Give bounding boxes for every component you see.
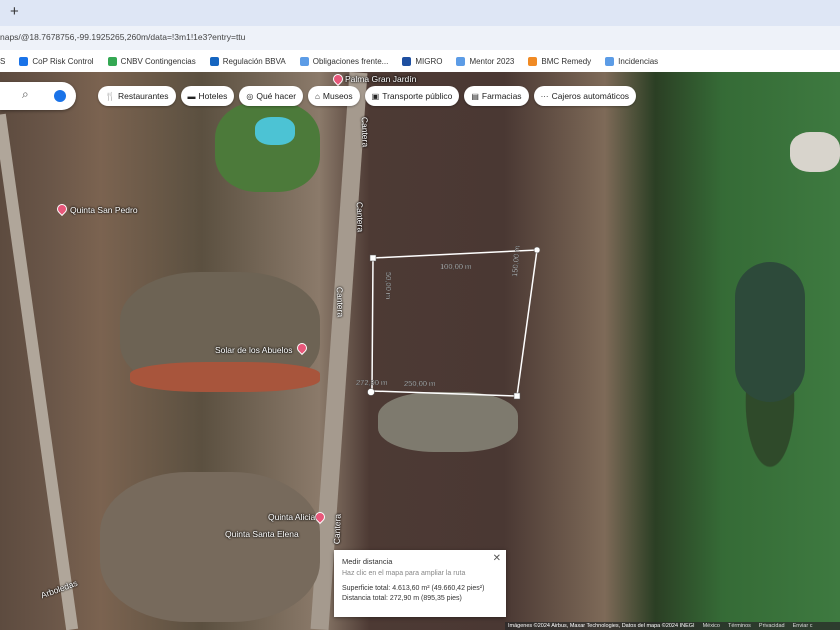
satellite-map[interactable]: Palma Gran Jardín Quinta San Pedro Solar… [0,72,840,630]
bookmark-label: MIGRO [415,56,443,66]
bookmark-label: Incidencias [618,56,659,66]
search-icon[interactable]: ⌕ [22,87,29,102]
total-area: Superficie total: 4.613,60 m² (49.660,42… [342,585,485,592]
bookmark-label: CoP Risk Control [32,56,94,66]
privacy-link[interactable]: Privacidad [759,623,785,629]
bookmark-item[interactable]: CoP Risk Control [19,56,94,66]
bookmark-label: BMC Remedy [541,56,592,66]
bookmark-item[interactable]: Mentor 2023 [456,56,515,66]
url-text: naps/@18.7678756,-99.1925265,260m/data=!… [0,32,246,42]
directions-icon[interactable] [54,90,66,102]
chip-label: Cajeros automáticos [551,91,630,101]
bookmark-item[interactable]: BMC Remedy [528,56,592,66]
measure-vertex[interactable] [513,392,521,400]
more-icon: ··· [540,91,549,101]
camera-icon: ◎ [246,91,254,101]
chip-label: Transporte público [382,91,453,101]
measure-path: 100,00 m 50,00 m 150,00 m 250,00 m 272,9… [356,245,541,400]
bookmark-icon [299,56,309,66]
bookmark-icon [402,56,412,66]
total-distance: Distancia total: 272,90 m (895,35 pies) [342,595,462,602]
chip-qué-hacer[interactable]: ◎ Qué hacer [239,86,304,106]
chip-label: Restaurantes [117,91,169,101]
chip-farmacias[interactable]: ▤ Farmacias [464,86,529,106]
measure-vertex[interactable] [369,254,377,262]
bookmark-label: Mentor 2023 [469,56,515,66]
bookmark-icon [456,56,466,66]
measure-distance-panel: ✕ Medir distancia Haz clic en el mapa pa… [334,550,506,617]
bookmark-icon [209,56,219,66]
bookmark-icon [605,56,615,66]
segment-label: 100,00 m [440,262,471,271]
feedback-link[interactable]: Enviar c [793,623,813,629]
chip-cajeros-automáticos[interactable]: ··· Cajeros automáticos [533,86,637,106]
chip-transporte-público[interactable]: ▣ Transporte público [364,86,460,106]
new-tab-button[interactable]: + [10,3,19,20]
segment-label: 272,90 m [356,378,387,387]
pharmacy-icon: ▤ [471,91,479,101]
chip-label: Museos [322,91,353,101]
bookmark-item[interactable]: MIGRO [402,56,443,66]
chip-label: Qué hacer [256,91,297,101]
bookmark-icon [528,56,538,66]
terms-link[interactable]: Términos [728,623,751,629]
bookmarks-bar: S CoP Risk Control CNBV Contingencias Regul… [0,50,840,72]
panel-hint: Haz clic en el mapa para ampliar la ruta [342,570,466,577]
search-box[interactable]: ⌕ [0,82,76,110]
museum-icon: ⌂ [315,91,320,101]
segment-label: 50,00 m [384,272,393,299]
bookmark-item[interactable]: Regulación BBVA [209,56,286,66]
bed-icon: ▬ [187,91,196,101]
chip-restaurantes[interactable]: 🍴 Restaurantes [98,86,176,106]
bookmark-label: Obligaciones frente... [312,56,389,66]
segment-label: 250,00 m [404,379,435,388]
chip-label: Hoteles [198,91,228,101]
chip-label: Farmacias [481,91,522,101]
bookmark-item[interactable]: CNBV Contingencias [107,56,196,66]
measure-vertex[interactable] [367,388,375,396]
bookmark-item[interactable]: S [0,57,5,66]
panel-title: Medir distancia [342,557,393,566]
bookmark-label: S [0,56,6,66]
imagery-credit: Imágenes ©2024 Airbus, Maxar Technologie… [508,623,695,629]
bookmark-icon [19,56,29,66]
bookmark-label: CNBV Contingencias [120,56,196,66]
chip-hoteles[interactable]: ▬ Hoteles [180,86,235,106]
chip-museos[interactable]: ⌂ Museos [308,86,360,106]
map-attribution: Imágenes ©2024 Airbus, Maxar Technologie… [505,622,840,630]
bookmark-item[interactable]: Incidencias [605,56,659,66]
bus-icon: ▣ [371,91,380,101]
address-bar[interactable]: naps/@18.7678756,-99.1925265,260m/data=!… [0,26,840,50]
segment-label: 150,00 m [510,245,522,277]
close-icon[interactable]: ✕ [493,553,501,564]
category-chips: 🍴 Restaurantes ▬ Hoteles ◎ Qué hacer ⌂ Museos ▣ T… [98,86,637,106]
bookmark-icon [107,56,117,66]
country-link[interactable]: México [703,623,720,629]
fork-knife-icon: 🍴 [105,91,115,101]
measure-vertex[interactable] [533,246,541,254]
tab-bar: + [0,0,840,26]
bookmark-label: Regulación BBVA [222,56,286,66]
bookmark-item[interactable]: Obligaciones frente... [299,56,389,66]
